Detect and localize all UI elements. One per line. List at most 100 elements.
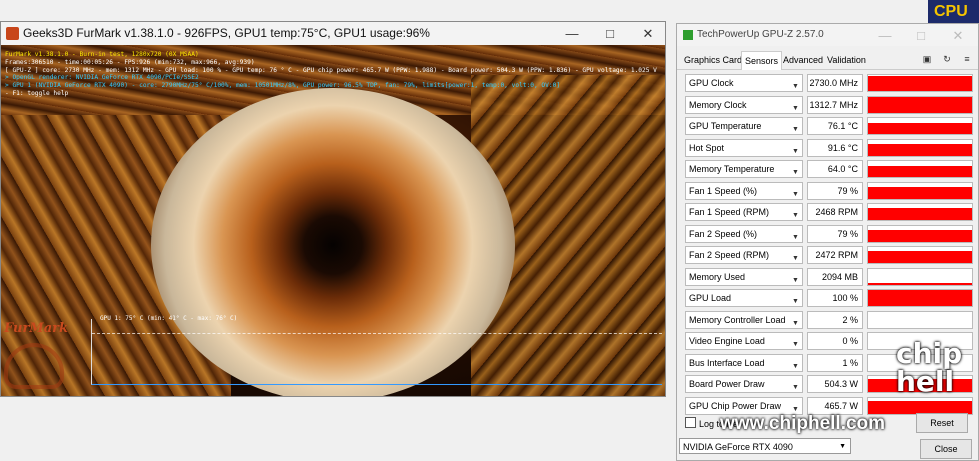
sensor-graph-fill	[868, 290, 972, 306]
sensor-label[interactable]: Video Engine Load ▼	[685, 332, 803, 350]
sensor-value: 0 %	[807, 332, 863, 350]
sensor-graph	[867, 138, 973, 157]
sensor-row: Memory Used ▼ 2094 MB	[685, 267, 973, 286]
sensor-value: 2472 RPM	[807, 246, 863, 264]
furmark-window-title: Geeks3D FurMark v1.38.1.0 - 926FPS, GPU1…	[23, 26, 430, 40]
sensor-label[interactable]: Fan 2 Speed (%) ▼	[685, 224, 803, 243]
sensor-row: Memory Temperature ▼ 64.0 °C	[685, 160, 973, 178]
sensor-label-text: Fan 2 Speed (%)	[689, 228, 758, 239]
sensor-label[interactable]: Memory Clock ▼	[685, 95, 803, 114]
sensor-graph-fill	[868, 75, 972, 91]
chevron-down-icon[interactable]: ▼	[792, 359, 799, 371]
chevron-down-icon[interactable]: ▼	[792, 187, 799, 199]
watermark-logo: chip hell	[896, 337, 963, 398]
sensor-value: 2 %	[807, 310, 863, 329]
chevron-down-icon[interactable]: ▼	[792, 337, 799, 349]
chevron-down-icon[interactable]: ▼	[792, 251, 799, 263]
sensor-graph	[867, 203, 973, 221]
chevron-down-icon[interactable]: ▼	[792, 380, 799, 392]
overlay-line: Frames:306510 - time:00:05:26 - FPS:926 …	[5, 58, 255, 66]
sensor-label-text: Memory Clock	[689, 99, 747, 110]
maximize-button[interactable]: □	[591, 22, 629, 45]
sensor-label-text: Memory Temperature	[689, 164, 775, 174]
sensor-label[interactable]: GPU Chip Power Draw ▼	[685, 396, 803, 415]
sensor-graph	[867, 289, 973, 307]
tab-graphics-card[interactable]: Graphics Card	[681, 53, 745, 68]
chevron-down-icon[interactable]: ▼	[792, 273, 799, 285]
gpuz-minimize-button[interactable]: —	[867, 24, 903, 47]
temperature-graph: GPU 1: 75° C (min: 41° C - max: 76° C)	[91, 315, 662, 385]
chevron-down-icon[interactable]: ▼	[792, 79, 799, 91]
chevron-down-icon: ▼	[839, 443, 846, 450]
sensor-value: 2468 RPM	[807, 203, 863, 221]
tab-validation[interactable]: Validation	[824, 53, 869, 68]
sensor-label[interactable]: Memory Controller Load ▼	[685, 310, 803, 329]
cpu-badge: CPU	[928, 0, 979, 24]
sensor-value: 64.0 °C	[807, 160, 863, 178]
sensor-value: 1312.7 MHz	[807, 95, 863, 114]
sensor-graph-fill	[868, 97, 972, 113]
sensor-label[interactable]: Hot Spot ▼	[685, 138, 803, 157]
chevron-down-icon[interactable]: ▼	[792, 122, 799, 134]
sensor-row: Memory Controller Load ▼ 2 %	[685, 310, 973, 329]
gpuz-close-button[interactable]: ✕	[939, 24, 977, 47]
furmark-stats-overlay: FurMark v1.38.1.0 - Burn-in test, 1280x7…	[5, 51, 657, 98]
gpuz-titlebar[interactable]: TechPowerUp GPU-Z 2.57.0 — □ ✕	[677, 24, 978, 46]
sensor-label-text: Memory Used	[689, 271, 746, 282]
tab-sensors[interactable]: Sensors	[741, 51, 783, 70]
temperature-graph-line	[92, 333, 662, 334]
menu-icon[interactable]: ≡	[961, 53, 973, 65]
sensor-value: 76.1 °C	[807, 117, 863, 135]
temperature-graph-label: GPU 1: 75° C (min: 41° C - max: 76° C)	[100, 315, 238, 322]
sensor-graph-fill	[868, 165, 972, 177]
close-button[interactable]: ✕	[629, 22, 665, 45]
sensor-row: Fan 2 Speed (%) ▼ 79 %	[685, 224, 973, 243]
sensor-label[interactable]: Fan 2 Speed (RPM) ▼	[685, 246, 803, 264]
overlay-line: - F1: toggle help	[5, 89, 69, 97]
sensor-label[interactable]: GPU Load ▼	[685, 289, 803, 307]
camera-icon[interactable]: ▣	[921, 53, 933, 65]
sensor-graph	[867, 117, 973, 135]
sensor-graph	[867, 160, 973, 178]
sensor-graph-fill	[868, 122, 972, 134]
refresh-icon[interactable]: ↻	[941, 53, 953, 65]
sensor-label[interactable]: GPU Clock ▼	[685, 74, 803, 92]
sensor-graph	[867, 74, 973, 92]
chevron-down-icon[interactable]: ▼	[792, 165, 799, 177]
sensor-label[interactable]: Bus Interface Load ▼	[685, 353, 803, 372]
log-to-file-checkbox[interactable]	[685, 417, 696, 428]
sensor-row: GPU Temperature ▼ 76.1 °C	[685, 117, 973, 135]
furmark-titlebar[interactable]: Geeks3D FurMark v1.38.1.0 - 926FPS, GPU1…	[1, 22, 665, 45]
furmark-render-canvas[interactable]: FurMark v1.38.1.0 - Burn-in test, 1280x7…	[1, 45, 665, 396]
overlay-line: FurMark v1.38.1.0 - Burn-in test, 1280x7…	[5, 51, 199, 58]
sensor-label[interactable]: Fan 1 Speed (RPM) ▼	[685, 203, 803, 221]
device-select[interactable]: NVIDIA GeForce RTX 4090 ▼	[679, 438, 851, 454]
sensor-label[interactable]: Memory Temperature ▼	[685, 160, 803, 178]
tab-advanced[interactable]: Advanced	[780, 53, 826, 68]
chevron-down-icon[interactable]: ▼	[792, 316, 799, 328]
sensor-row: Hot Spot ▼ 91.6 °C	[685, 138, 973, 157]
sensor-value: 2730.0 MHz	[807, 74, 863, 92]
sensor-row: Memory Clock ▼ 1312.7 MHz	[685, 95, 973, 114]
minimize-button[interactable]: —	[553, 22, 591, 45]
chevron-down-icon[interactable]: ▼	[792, 230, 799, 242]
sensor-label-text: Memory Controller Load	[689, 314, 786, 325]
sensor-label[interactable]: GPU Temperature ▼	[685, 117, 803, 135]
gpuz-close-dialog-button[interactable]: Close	[920, 439, 972, 459]
chevron-down-icon[interactable]: ▼	[792, 144, 799, 156]
sensor-label[interactable]: Memory Used ▼	[685, 267, 803, 286]
sensor-label-text: Bus Interface Load	[689, 357, 765, 368]
chevron-down-icon[interactable]: ▼	[792, 294, 799, 306]
gpuz-maximize-button[interactable]: □	[903, 24, 939, 47]
furmark-logo: FurMark	[4, 321, 68, 336]
chevron-down-icon[interactable]: ▼	[792, 101, 799, 113]
sensor-label-text: GPU Clock	[689, 78, 734, 88]
sensor-label[interactable]: Board Power Draw ▼	[685, 375, 803, 393]
sensor-label[interactable]: Fan 1 Speed (%) ▼	[685, 181, 803, 200]
sensor-graph	[867, 310, 973, 329]
chevron-down-icon[interactable]: ▼	[792, 208, 799, 220]
watermark-url: www.chiphell.com	[720, 413, 886, 434]
gpuz-app-icon	[683, 30, 693, 40]
sensor-value: 79 %	[807, 224, 863, 243]
sensor-value: 79 %	[807, 181, 863, 200]
